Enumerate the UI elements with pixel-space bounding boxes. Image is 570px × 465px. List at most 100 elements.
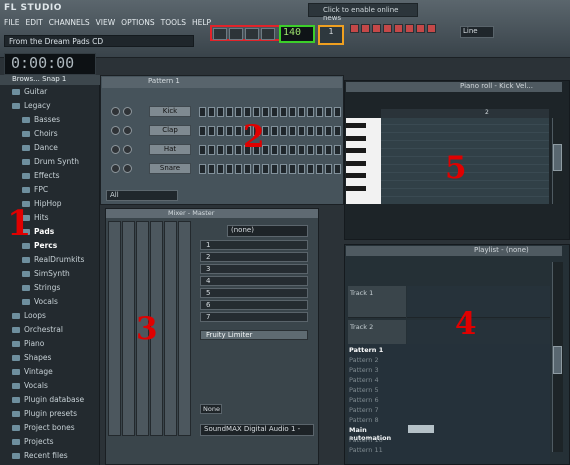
kick-pan-knob[interactable] bbox=[111, 107, 120, 116]
step-pad[interactable] bbox=[325, 126, 332, 136]
insert-1-strip[interactable] bbox=[122, 221, 135, 436]
step-pad[interactable] bbox=[199, 107, 206, 117]
tempo-display[interactable]: 140 bbox=[279, 25, 315, 43]
step-pad[interactable] bbox=[271, 164, 278, 174]
step-pad[interactable] bbox=[325, 145, 332, 155]
step-pad[interactable] bbox=[298, 126, 305, 136]
fx-slot-7[interactable]: 7 bbox=[200, 312, 308, 322]
pattern-3[interactable]: Pattern 3 bbox=[349, 366, 405, 375]
step-pad[interactable] bbox=[289, 126, 296, 136]
pattern-selector[interactable]: 1 bbox=[318, 25, 344, 45]
mixer-icon[interactable] bbox=[372, 24, 381, 33]
automation-clip[interactable] bbox=[408, 425, 434, 433]
step-pad[interactable] bbox=[217, 145, 224, 155]
step-pad[interactable] bbox=[244, 164, 251, 174]
insert-4-strip[interactable] bbox=[164, 221, 177, 436]
step-pad[interactable] bbox=[316, 164, 323, 174]
browser-item-basses[interactable]: Basses bbox=[22, 115, 60, 124]
browser-item-realdrumkits[interactable]: RealDrumkits bbox=[22, 255, 84, 264]
step-pad[interactable] bbox=[289, 145, 296, 155]
step-pad[interactable] bbox=[307, 164, 314, 174]
fx-slot-3[interactable]: 3 bbox=[200, 264, 308, 274]
step-pad[interactable] bbox=[226, 107, 233, 117]
master-strip[interactable] bbox=[108, 221, 121, 436]
channel-filter[interactable]: All bbox=[106, 190, 178, 201]
pattern-8[interactable]: Pattern 8 bbox=[349, 416, 405, 425]
clap-channel-button[interactable]: Clap bbox=[149, 125, 191, 136]
step-pad[interactable] bbox=[208, 107, 215, 117]
pattern-7[interactable]: Pattern 7 bbox=[349, 406, 405, 415]
step-pad[interactable] bbox=[298, 107, 305, 117]
step-pad[interactable] bbox=[199, 164, 206, 174]
browser-item-effects[interactable]: Effects bbox=[22, 171, 60, 180]
pattern-10[interactable]: Pattern 10 bbox=[349, 436, 405, 445]
fx-slot-2[interactable]: 2 bbox=[200, 252, 308, 262]
browser-item-vintage[interactable]: Vintage bbox=[12, 367, 53, 376]
step-pad[interactable] bbox=[262, 164, 269, 174]
step-pad[interactable] bbox=[217, 126, 224, 136]
menu-view[interactable]: VIEW bbox=[96, 18, 116, 29]
browser-item-piano[interactable]: Piano bbox=[12, 339, 44, 348]
step-pad[interactable] bbox=[316, 145, 323, 155]
step-pad[interactable] bbox=[262, 107, 269, 117]
step-pad[interactable] bbox=[226, 126, 233, 136]
kick-volume-knob[interactable] bbox=[123, 107, 132, 116]
online-news-button[interactable]: Click to enable online news bbox=[308, 3, 418, 22]
browser-item-recent-files[interactable]: Recent files bbox=[12, 451, 68, 460]
fx-slot-4[interactable]: 4 bbox=[200, 276, 308, 286]
selected-strip[interactable] bbox=[178, 221, 191, 436]
menu-channels[interactable]: CHANNELS bbox=[49, 18, 90, 29]
step-pad[interactable] bbox=[316, 107, 323, 117]
browser-item-strings[interactable]: Strings bbox=[22, 283, 60, 292]
input-none[interactable]: None bbox=[200, 404, 222, 414]
piano-icon[interactable] bbox=[394, 24, 403, 33]
pattern-11[interactable]: Pattern 11 bbox=[349, 446, 405, 455]
clap-pan-knob[interactable] bbox=[111, 126, 120, 135]
snare-channel-button[interactable]: Snare bbox=[149, 163, 191, 174]
fx-slot-6[interactable]: 6 bbox=[200, 300, 308, 310]
browser-icon[interactable] bbox=[405, 24, 414, 33]
pattern-5[interactable]: Pattern 5 bbox=[349, 386, 405, 395]
pattern-6[interactable]: Pattern 6 bbox=[349, 396, 405, 405]
browser-item-plugin-database[interactable]: Plugin database bbox=[12, 395, 84, 404]
snare-pan-knob[interactable] bbox=[111, 164, 120, 173]
step-pad[interactable] bbox=[271, 145, 278, 155]
browser-item-plugin-presets[interactable]: Plugin presets bbox=[12, 409, 77, 418]
clap-volume-knob[interactable] bbox=[123, 126, 132, 135]
step-pad[interactable] bbox=[280, 126, 287, 136]
step-pad[interactable] bbox=[199, 126, 206, 136]
step-pad[interactable] bbox=[280, 107, 287, 117]
browser-item-drum-synth[interactable]: Drum Synth bbox=[22, 157, 79, 166]
step-pad[interactable] bbox=[271, 126, 278, 136]
menu-tools[interactable]: TOOLS bbox=[161, 18, 186, 29]
step-pad[interactable] bbox=[217, 164, 224, 174]
pattern-4[interactable]: Pattern 4 bbox=[349, 376, 405, 385]
fx-slot-5[interactable]: 5 bbox=[200, 288, 308, 298]
browser-item-projects[interactable]: Projects bbox=[12, 437, 54, 446]
step-pad[interactable] bbox=[208, 164, 215, 174]
step-pad[interactable] bbox=[298, 164, 305, 174]
browser-item-legacy[interactable]: Legacy bbox=[12, 101, 51, 110]
browser-item-orchestral[interactable]: Orchestral bbox=[12, 325, 63, 334]
step-pad[interactable] bbox=[217, 107, 224, 117]
browser-item-vocals[interactable]: Vocals bbox=[22, 297, 58, 306]
browser-item-dance[interactable]: Dance bbox=[22, 143, 58, 152]
play-button[interactable] bbox=[229, 28, 243, 40]
browser-item-project-bones[interactable]: Project bones bbox=[12, 423, 75, 432]
pattern-mode-button[interactable] bbox=[213, 28, 227, 40]
browser-item-vocals-2[interactable]: Vocals bbox=[12, 381, 48, 390]
track-1[interactable]: Track 1 bbox=[348, 286, 406, 318]
track-1-grid[interactable] bbox=[407, 286, 550, 318]
step-pad[interactable] bbox=[280, 164, 287, 174]
step-pad[interactable] bbox=[208, 145, 215, 155]
step-pad[interactable] bbox=[334, 126, 341, 136]
snap-icon[interactable] bbox=[350, 24, 359, 33]
step-pad[interactable] bbox=[289, 107, 296, 117]
pattern-2[interactable]: Pattern 2 bbox=[349, 356, 405, 365]
step-pad[interactable] bbox=[208, 126, 215, 136]
step-pad[interactable] bbox=[298, 145, 305, 155]
pattern-1[interactable]: Pattern 1 bbox=[349, 346, 405, 355]
step-pad[interactable] bbox=[253, 164, 260, 174]
step-pad[interactable] bbox=[235, 145, 242, 155]
step-pad[interactable] bbox=[289, 164, 296, 174]
